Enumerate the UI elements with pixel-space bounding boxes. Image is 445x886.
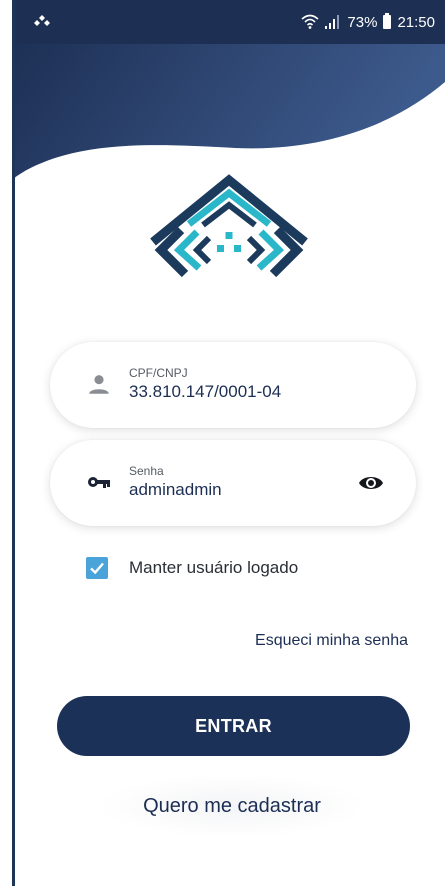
status-bar: 73% 21:50 — [13, 0, 445, 44]
register-button[interactable]: Quero me cadastrar — [97, 774, 367, 838]
forgot-password-link[interactable]: Esqueci minha senha — [255, 632, 408, 650]
status-time: 21:50 — [397, 13, 435, 31]
cpf-field-text: CPF/CNPJ 33.810.147/0001-04 — [129, 366, 281, 403]
cpf-field[interactable]: CPF/CNPJ 33.810.147/0001-04 — [50, 342, 416, 428]
wifi-icon — [301, 14, 319, 29]
password-input[interactable]: adminadmin — [129, 479, 222, 501]
password-field[interactable]: Senha adminadmin — [50, 440, 416, 526]
screen-left-border — [12, 0, 15, 886]
eye-icon[interactable] — [358, 470, 384, 496]
signal-icon — [325, 15, 340, 29]
key-icon — [88, 477, 110, 488]
app-logo-icon — [150, 174, 308, 278]
remember-label: Manter usuário logado — [129, 558, 299, 577]
battery-icon — [383, 13, 392, 29]
login-button[interactable]: ENTRAR — [57, 696, 410, 756]
remember-checkbox[interactable] — [86, 557, 108, 579]
battery-percent: 73% — [347, 13, 378, 31]
remember-me[interactable]: Manter usuário logado — [86, 557, 298, 579]
password-field-text: Senha adminadmin — [129, 464, 222, 501]
sync-status-icon — [34, 15, 50, 26]
cpf-field-label: CPF/CNPJ — [129, 366, 188, 380]
person-icon — [89, 375, 109, 394]
checkmark-icon — [90, 562, 104, 575]
password-field-label: Senha — [129, 464, 164, 478]
cpf-input[interactable]: 33.810.147/0001-04 — [129, 381, 281, 403]
